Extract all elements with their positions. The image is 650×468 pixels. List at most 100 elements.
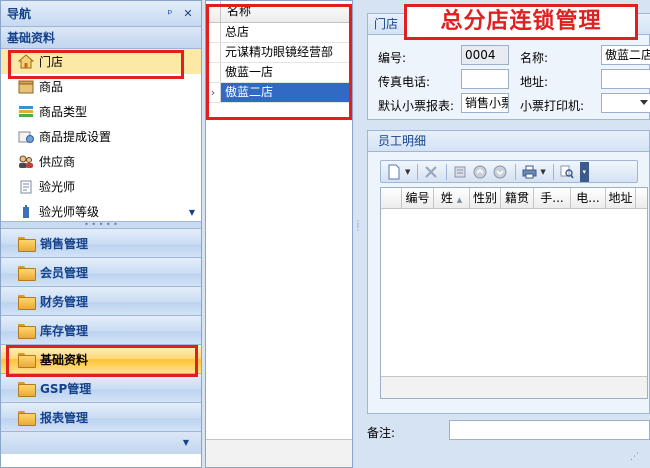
column-header-surname[interactable]: 姓 ▲ <box>434 188 470 208</box>
employee-group-title: 员工明细 <box>368 131 649 152</box>
nav-item-optometrist-level[interactable]: 验光师等级 <box>1 199 201 221</box>
dropdown-arrow-icon[interactable]: ▼ <box>405 168 410 176</box>
optometrist-level-icon <box>17 204 35 220</box>
group-label: 报表管理 <box>40 410 89 425</box>
fax-field[interactable] <box>461 69 509 89</box>
column-header-name[interactable]: 名称 <box>221 1 251 22</box>
group-members[interactable]: 会员管理 <box>1 258 201 287</box>
address-field[interactable] <box>601 69 650 89</box>
group-label: 财务管理 <box>40 294 89 309</box>
name-field[interactable]: 傲蓝二店 <box>601 45 650 65</box>
nav-item-label: 门店 <box>39 55 64 69</box>
store-row[interactable]: 傲蓝一店 <box>206 63 352 83</box>
nav-item-store[interactable]: 门店 <box>1 49 201 74</box>
more-options-icon[interactable]: ▾ <box>579 161 589 182</box>
nav-item-label: 供应商 <box>39 155 76 169</box>
nav-item-supplier[interactable]: 供应商 <box>1 149 201 174</box>
surname-header-label: 姓 <box>440 191 453 205</box>
nav-item-goods[interactable]: 商品 <box>1 74 201 99</box>
group-finance[interactable]: 财务管理 <box>1 287 201 316</box>
group-label: GSP管理 <box>40 381 92 396</box>
store-row-selected[interactable]: › 傲蓝二店 <box>206 83 352 103</box>
store-row[interactable]: 总店 <box>206 23 352 43</box>
store-list-footer <box>206 439 352 467</box>
delete-icon[interactable] <box>422 163 440 181</box>
store-detail-panel: 门店 编号: 0004 名称: 傲蓝二店 传真电话: 地址: 默认小票报表: 销… <box>367 0 650 468</box>
toolbar-separator <box>446 163 448 180</box>
group-basic-data[interactable]: 基础资料 <box>1 345 201 374</box>
column-header-code[interactable]: 编号 <box>402 188 434 208</box>
scroll-down-icon[interactable]: ▼ <box>189 208 195 217</box>
nav-item-product-type[interactable]: 商品类型 <box>1 99 201 124</box>
move-down-icon[interactable] <box>491 163 509 181</box>
folder-icon <box>18 236 36 252</box>
folder-icon <box>18 352 36 368</box>
receipt-printer-dropdown[interactable] <box>601 93 650 113</box>
folder-icon <box>18 323 36 339</box>
new-document-icon[interactable] <box>385 163 403 181</box>
folder-icon <box>18 381 36 397</box>
group-inventory[interactable]: 库存管理 <box>1 316 201 345</box>
code-field[interactable]: 0004 <box>461 45 509 65</box>
close-icon[interactable]: ✕ <box>181 7 195 20</box>
nav-item-list: 门店 商品 商品类型 商品提成设置 供应商 验光师 验光师等级 ▼ <box>1 49 201 221</box>
sort-ascending-icon: ▲ <box>456 196 463 204</box>
product-type-icon <box>17 104 35 120</box>
receipt-report-field[interactable]: 销售小票 <box>461 93 509 113</box>
store-row[interactable]: 元谋精功眼镜经营部 <box>206 43 352 63</box>
print-icon[interactable] <box>520 163 538 181</box>
employee-grid: 编号 姓 ▲ 性别 籍贯 手... 电... 地址 <box>380 187 648 399</box>
nav-overflow-button[interactable]: ▼ <box>1 432 201 454</box>
search-icon[interactable] <box>558 163 576 181</box>
group-gsp[interactable]: GSP管理 <box>1 374 201 403</box>
column-header-address[interactable]: 地址 <box>606 188 636 208</box>
receipt-printer-label: 小票打印机: <box>520 99 585 113</box>
employee-detail-group: 员工明细 ▼ ▼ ▾ 编号 姓 ▲ 性别 籍贯 手... 电... 地址 <box>367 130 650 414</box>
nav-item-commission-settings[interactable]: 商品提成设置 <box>1 124 201 149</box>
folder-icon <box>18 410 36 426</box>
group-sales[interactable]: 销售管理 <box>1 229 201 258</box>
column-header-phone[interactable]: 电... <box>571 188 606 208</box>
row-indicator <box>206 63 221 82</box>
dropdown-arrow-icon[interactable]: ▼ <box>540 168 545 176</box>
nav-item-label: 验光师等级 <box>39 205 100 219</box>
column-header-gender[interactable]: 性别 <box>470 188 501 208</box>
group-label: 销售管理 <box>40 236 89 251</box>
code-label: 编号: <box>378 51 407 65</box>
toolbar-separator <box>417 163 419 180</box>
store-list-grid: 名称 总店 元谋精功眼镜经营部 傲蓝一店 › 傲蓝二店 <box>205 0 353 468</box>
goods-icon <box>17 79 35 95</box>
toolbar-separator <box>515 163 517 180</box>
edit-record-icon[interactable] <box>451 163 469 181</box>
feature-banner: 总分店连锁管理 <box>404 4 638 40</box>
nav-splitter[interactable]: • • • • • <box>1 221 201 229</box>
row-indicator-header <box>206 1 221 22</box>
store-name-cell: 傲蓝二店 <box>221 83 352 102</box>
nav-title: 导航 <box>7 7 32 21</box>
column-header-native-place[interactable]: 籍贯 <box>501 188 534 208</box>
home-icon <box>17 54 35 70</box>
move-up-icon[interactable] <box>471 163 489 181</box>
group-label: 基础资料 <box>40 352 89 367</box>
fax-label: 传真电话: <box>378 75 431 89</box>
name-label: 名称: <box>520 51 549 65</box>
navigation-pane: 导航 ᵖ ✕ 基础资料 门店 商品 商品类型 商品提成设置 供应商 验光师 验光… <box>0 0 202 468</box>
column-header-mobile[interactable]: 手... <box>534 188 571 208</box>
group-reports[interactable]: 报表管理 <box>1 403 201 432</box>
folder-icon <box>18 294 36 310</box>
employee-grid-footer <box>381 376 647 398</box>
employee-grid-header: 编号 姓 ▲ 性别 籍贯 手... 电... 地址 <box>381 188 647 209</box>
nav-item-label: 商品提成设置 <box>39 130 112 144</box>
nav-item-optometrist[interactable]: 验光师 <box>1 174 201 199</box>
remark-field[interactable] <box>449 420 650 440</box>
panel-splitter-grip[interactable]: ⋮ ⋮ <box>354 220 362 232</box>
resize-grip-icon[interactable]: ⋰ <box>630 452 639 462</box>
pin-icon[interactable]: ᵖ <box>163 7 177 20</box>
group-label: 会员管理 <box>40 265 89 280</box>
nav-item-label: 商品类型 <box>39 105 88 119</box>
nav-item-label: 商品 <box>39 80 64 94</box>
group-label: 库存管理 <box>40 323 89 338</box>
folder-icon <box>18 265 36 281</box>
current-row-arrow-icon: › <box>206 83 221 102</box>
commission-icon <box>17 129 35 145</box>
